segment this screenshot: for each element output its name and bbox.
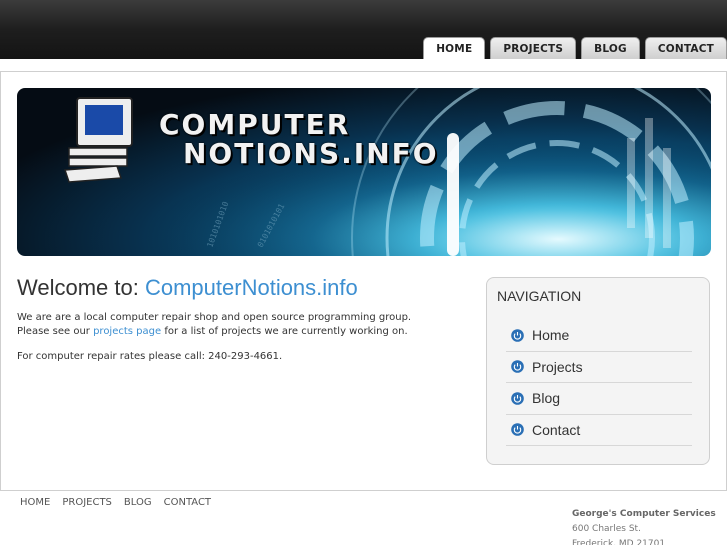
logo-line-1: COMPUTER bbox=[159, 108, 351, 141]
nav-item-label: Home bbox=[532, 327, 570, 344]
top-bar: HOME PROJECTS BLOG CONTACT bbox=[0, 0, 727, 59]
projects-page-link[interactable]: projects page bbox=[93, 326, 161, 337]
nav-item-home[interactable]: Home bbox=[506, 320, 692, 352]
intro-line-2-end: for a list of projects we are currently … bbox=[161, 326, 408, 337]
navigation-box: NAVIGATION Home Projects Blog Contact bbox=[486, 277, 710, 465]
power-icon bbox=[511, 391, 524, 405]
footer-link-contact[interactable]: CONTACT bbox=[164, 497, 211, 508]
intro-line-2-start: Please see our bbox=[17, 326, 94, 337]
nav-item-blog[interactable]: Blog bbox=[506, 383, 692, 415]
rates-text: For computer repair rates please call: 2… bbox=[17, 351, 283, 362]
tab-home[interactable]: HOME bbox=[423, 37, 486, 59]
page-title: Welcome to: ComputerNotions.info bbox=[17, 275, 358, 301]
intro-paragraph: We are are a local computer repair shop … bbox=[17, 311, 411, 339]
footer-link-home[interactable]: HOME bbox=[20, 497, 50, 508]
footer-address: George's Computer Services 600 Charles S… bbox=[572, 507, 716, 545]
power-icon bbox=[511, 328, 524, 342]
nav-item-label: Contact bbox=[532, 421, 581, 438]
power-icon bbox=[511, 360, 524, 374]
navigation-list: Home Projects Blog Contact bbox=[506, 320, 692, 446]
power-icon bbox=[511, 423, 524, 437]
logo-line-2: NOTIONS.INFO bbox=[183, 137, 439, 170]
company-name: George's Computer Services bbox=[572, 509, 716, 519]
footer-links: HOME PROJECTS BLOG CONTACT bbox=[20, 497, 223, 508]
intro-line-1: We are are a local computer repair shop … bbox=[17, 312, 412, 323]
footer-link-blog[interactable]: BLOG bbox=[124, 497, 152, 508]
title-prefix: Welcome to: bbox=[17, 275, 145, 300]
site-logo: COMPUTER NOTIONS.INFO bbox=[159, 110, 439, 168]
city-address: Frederick, MD 21701 bbox=[572, 539, 666, 545]
nav-item-label: Projects bbox=[532, 358, 583, 375]
nav-item-projects[interactable]: Projects bbox=[506, 352, 692, 383]
nav-item-label: Blog bbox=[532, 390, 561, 407]
street-address: 600 Charles St. bbox=[572, 524, 641, 534]
navigation-title: NAVIGATION bbox=[497, 288, 582, 304]
tab-blog[interactable]: BLOG bbox=[581, 37, 640, 59]
header-banner: 1010101010 0101010101 010101 COMPUTER NO… bbox=[17, 88, 711, 256]
tab-projects[interactable]: PROJECTS bbox=[490, 37, 577, 59]
nav-item-contact[interactable]: Contact bbox=[506, 415, 692, 446]
footer-link-projects[interactable]: PROJECTS bbox=[62, 497, 112, 508]
main-tabs: HOME PROJECTS BLOG CONTACT bbox=[418, 37, 727, 59]
title-site-name: ComputerNotions.info bbox=[144, 275, 358, 300]
tab-contact[interactable]: CONTACT bbox=[644, 37, 727, 59]
